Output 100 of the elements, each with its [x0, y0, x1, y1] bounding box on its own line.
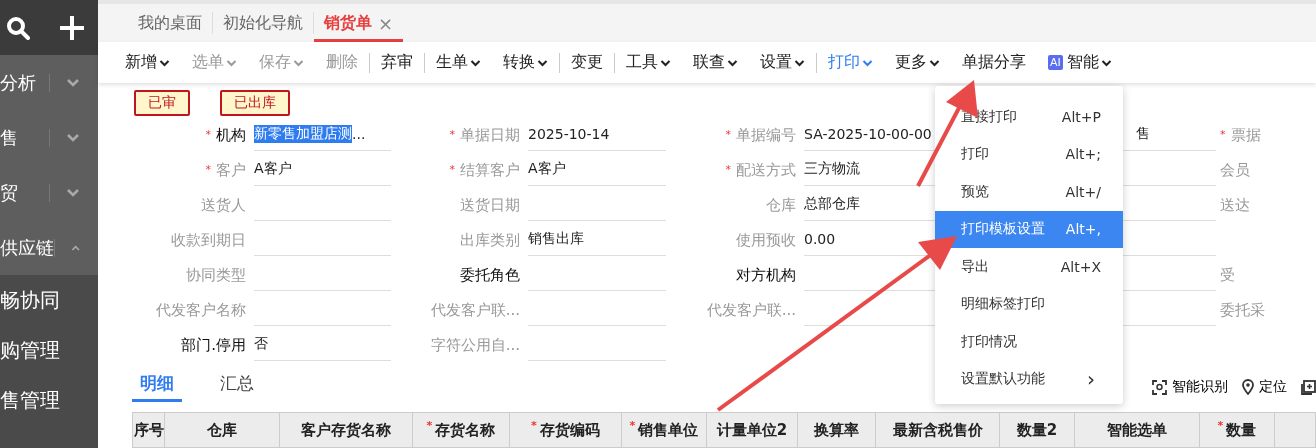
menu-item[interactable]: 明细标签打印	[935, 285, 1123, 323]
status-badge: 已审	[134, 90, 190, 117]
input-field[interactable]: 否	[254, 328, 391, 362]
sidebar-subitem[interactable]: 购管理	[0, 325, 98, 375]
shortcut-label: Alt+X	[1060, 258, 1101, 275]
caret-icon	[293, 58, 304, 67]
field-label: 配送方式	[736, 161, 796, 181]
field-label: 代发客户联...	[706, 301, 796, 321]
field-label: 委托采	[1220, 300, 1266, 322]
required-mark: *	[205, 163, 211, 177]
toolbar-button[interactable]: 变更	[559, 52, 614, 73]
sidebar-item[interactable]: 分析	[0, 55, 98, 110]
sidebar-subitem[interactable]: 售管理	[0, 375, 98, 425]
add-square-icon[interactable]	[1301, 379, 1316, 395]
caret-icon	[226, 58, 237, 67]
toolbar-button[interactable]: 联查	[682, 52, 749, 73]
menu-item-label: 打印情况	[961, 332, 1017, 351]
field-label: 代发客户名称	[156, 301, 246, 321]
caret-icon	[1100, 58, 1112, 67]
input-field[interactable]: 新零售加盟店测...	[254, 118, 391, 152]
column-header: * 销售单位	[622, 413, 707, 447]
smart-recognize-button[interactable]: 智能识别	[1152, 378, 1228, 397]
shortcut-label: Alt+;	[1065, 146, 1101, 163]
field-label: 仓库	[766, 196, 796, 216]
tab[interactable]: 我的桌面	[128, 4, 212, 42]
field-label: 单据日期	[460, 126, 520, 146]
required-mark: *	[205, 128, 211, 142]
field-label: 对方机构	[736, 266, 796, 286]
pin-icon	[1242, 379, 1254, 396]
required-mark: *	[725, 128, 731, 142]
toolbar-button[interactable]: 工具	[614, 52, 682, 73]
column-header: 计量单位2	[707, 413, 798, 447]
sidebar-item[interactable]: 售	[0, 110, 98, 165]
tab[interactable]: 销货单 ×	[314, 4, 404, 42]
required-mark: *	[449, 163, 455, 177]
tab[interactable]: 汇总	[212, 372, 262, 403]
field-label: * 票据	[1220, 125, 1262, 147]
toolbar-button[interactable]: 设置	[749, 52, 816, 73]
column-header: 换算率	[798, 413, 876, 447]
caret-icon	[929, 58, 940, 67]
field-label: 收款到期日	[171, 231, 246, 251]
column-header: * 数量	[1200, 413, 1275, 447]
sidebar-item[interactable]: 贸	[0, 165, 98, 220]
menu-item-label: 设置默认功能	[961, 370, 1045, 389]
column-header: 智能选单	[1075, 413, 1200, 447]
field-label: 出库类别	[460, 231, 520, 251]
field-label: 客户	[216, 161, 246, 181]
caret-icon	[660, 58, 671, 67]
field-label: 结算客户	[460, 161, 520, 181]
field-label: 会员	[1220, 160, 1251, 182]
column-header: * 存货编码	[510, 413, 622, 447]
toolbar-button[interactable]: 更多	[884, 52, 951, 73]
locate-button[interactable]: 定位	[1242, 378, 1287, 397]
field-label: 代发客户联...	[430, 301, 520, 321]
caret-icon	[470, 58, 481, 67]
required-mark: *	[725, 163, 731, 177]
menu-item[interactable]: 打印模板设置 Alt+,	[935, 210, 1123, 248]
toolbar-button[interactable]: 单据分享	[951, 52, 1037, 73]
scan-icon	[1152, 379, 1167, 395]
field-label: 送货日期	[460, 196, 520, 216]
tab[interactable]: 初始化导航	[213, 4, 313, 42]
field-label: 协同类型	[186, 266, 246, 286]
caret-icon	[537, 58, 548, 67]
column-header: 数量2	[1000, 413, 1075, 447]
toolbar-button[interactable]: 生单	[424, 52, 492, 73]
field-label: 单据编号	[736, 126, 796, 146]
field-label: 受	[1220, 265, 1236, 287]
search-icon[interactable]	[6, 15, 30, 40]
shortcut-label: Alt+/	[1065, 183, 1101, 200]
shortcut-label: Alt+,	[1065, 221, 1101, 238]
ai-badge-icon: AI	[1048, 55, 1063, 70]
status-badge: 已出库	[220, 90, 290, 117]
shortcut-label: Alt+P	[1061, 108, 1101, 125]
column-header: 序号	[133, 413, 165, 447]
field-label: 部门.停用	[181, 336, 246, 356]
menu-item-label: 明细标签打印	[961, 295, 1045, 314]
sidebar-item[interactable]: 供应链	[0, 220, 98, 275]
column-header: 最新含税售价	[876, 413, 1000, 447]
column-header: 客户存货名称	[280, 413, 413, 447]
tab[interactable]: 明细	[132, 372, 182, 403]
caret-icon	[159, 58, 170, 67]
plus-icon[interactable]	[60, 15, 84, 40]
sidebar-subitem[interactable]: 畅协同	[0, 275, 98, 325]
field-label: 送货人	[201, 196, 246, 216]
menu-item-label: 导出	[961, 257, 989, 276]
toolbar-button[interactable]: 转换	[492, 52, 559, 73]
toolbar-button[interactable]: 弃审	[369, 52, 424, 73]
field-label: 使用预收	[736, 231, 796, 251]
column-header: 仓库	[165, 413, 280, 447]
field-label: 机构	[216, 126, 246, 146]
required-mark: *	[449, 128, 455, 142]
toolbar-button[interactable]: 打印	[816, 52, 884, 73]
field-label: 送达	[1220, 195, 1251, 217]
column-header: * 存货名称	[413, 413, 510, 447]
toolbar-button[interactable]: 新增	[114, 52, 181, 73]
toolbar-button[interactable]: AI 智能	[1037, 52, 1123, 73]
caret-icon	[794, 58, 805, 67]
caret-icon	[862, 58, 873, 67]
field-label: 字符公用自...	[430, 336, 520, 356]
field-label: 委托角色	[460, 266, 520, 286]
